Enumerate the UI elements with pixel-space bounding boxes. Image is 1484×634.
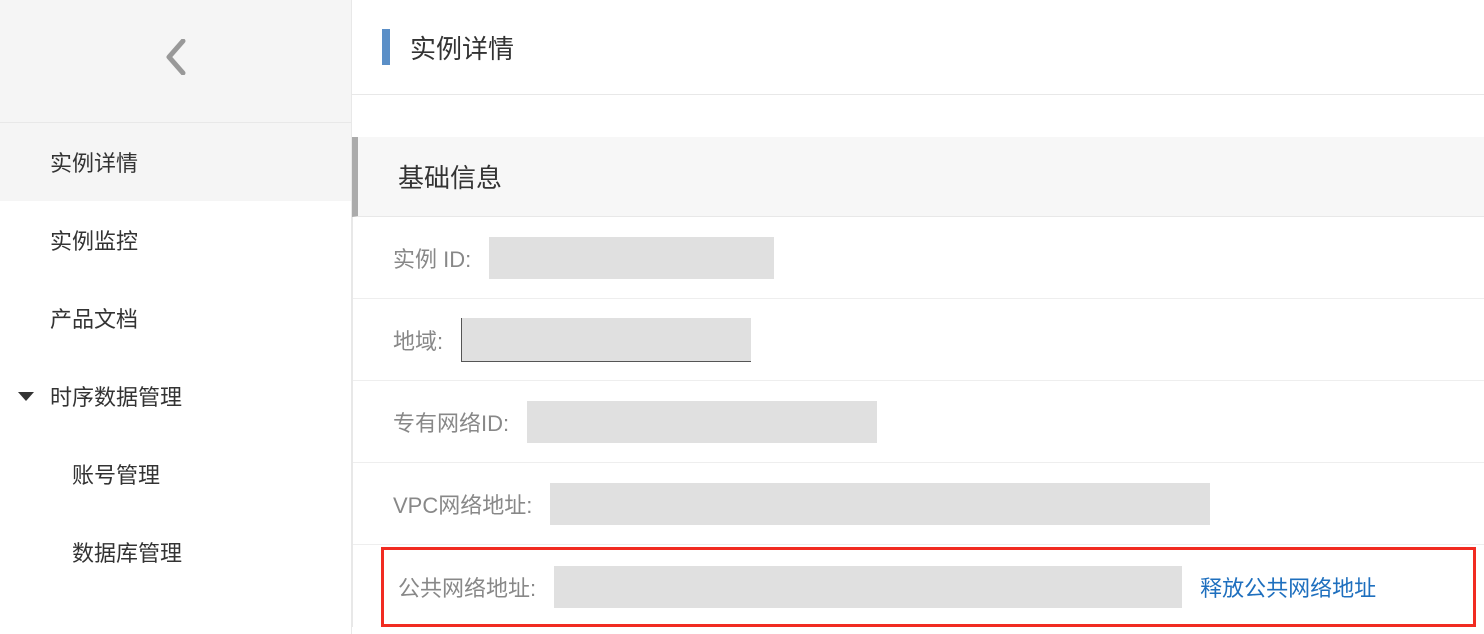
sidebar-item-product-docs[interactable]: 产品文档 [0,279,351,357]
sidebar-item-time-series-management[interactable]: 时序数据管理 [0,357,351,435]
sidebar-item-label: 实例详情 [50,146,138,178]
vpc-addr-value [550,483,1210,525]
sidebar-header [0,0,351,123]
info-row-region: 地域: [353,299,1484,381]
section-header-title: 基础信息 [398,158,502,195]
info-row-public-addr: 公共网络地址: 释放公共网络地址 [381,547,1476,627]
sidebar-item-label: 实例监控 [50,224,138,256]
page-title-row: 实例详情 [352,0,1484,95]
info-row-vpc-id: 专有网络ID: [353,381,1484,463]
vpc-id-label: 专有网络ID: [393,406,509,438]
sidebar-item-label: 时序数据管理 [50,380,182,412]
main-content: 实例详情 基础信息 实例 ID: 地域: 专有网络ID: VPC网络地址: 公共… [352,0,1484,634]
instance-id-value [489,237,774,279]
info-list: 实例 ID: 地域: 专有网络ID: VPC网络地址: 公共网络地址: 释放公共… [352,217,1484,627]
sidebar-item-label: 账号管理 [72,458,160,490]
sidebar-item-label: 数据库管理 [72,536,182,568]
sidebar: 实例详情 实例监控 产品文档 时序数据管理 账号管理 数据库管理 [0,0,352,634]
region-label: 地域: [393,324,443,356]
page-title: 实例详情 [410,29,514,66]
section-header: 基础信息 [352,137,1484,217]
sidebar-item-instance-detail[interactable]: 实例详情 [0,123,351,201]
chevron-down-icon [18,392,34,401]
sidebar-item-database-management[interactable]: 数据库管理 [0,513,351,591]
sidebar-item-instance-monitor[interactable]: 实例监控 [0,201,351,279]
vpc-addr-label: VPC网络地址: [393,488,532,520]
title-accent-bar [382,29,390,65]
public-addr-value [554,566,1182,608]
back-icon[interactable] [165,37,187,85]
sidebar-item-label: 产品文档 [50,302,138,334]
region-value [461,318,751,362]
info-row-instance-id: 实例 ID: [353,217,1484,299]
info-row-vpc-addr: VPC网络地址: [353,463,1484,545]
vpc-id-value [527,401,877,443]
sidebar-item-account-management[interactable]: 账号管理 [0,435,351,513]
public-addr-label: 公共网络地址: [398,571,536,603]
instance-id-label: 实例 ID: [393,242,471,274]
release-public-addr-link[interactable]: 释放公共网络地址 [1200,571,1376,603]
